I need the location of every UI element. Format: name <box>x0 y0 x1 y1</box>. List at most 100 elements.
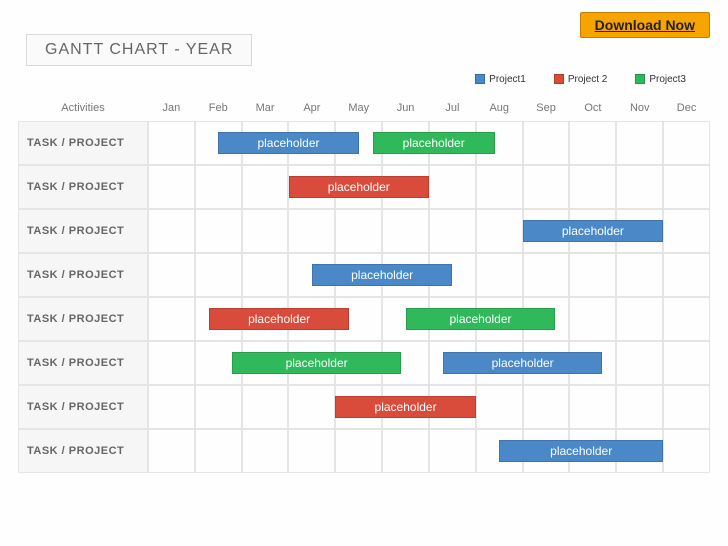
month-header: Feb <box>195 102 242 114</box>
grid-cell <box>663 430 710 472</box>
bar-area: placeholder <box>148 253 710 297</box>
month-header: Mar <box>242 102 289 114</box>
grid-cell <box>148 342 195 384</box>
task-label: TASK / PROJECT <box>18 209 148 253</box>
gantt-bar[interactable]: placeholder <box>312 264 453 286</box>
grid-cell <box>663 166 710 208</box>
gantt-bar[interactable]: placeholder <box>523 220 664 242</box>
grid-cell <box>288 210 335 252</box>
month-header: Oct <box>569 102 616 114</box>
gantt-row: TASK / PROJECT placeholder <box>18 209 710 253</box>
month-header: Jun <box>382 102 429 114</box>
grid-cell <box>616 254 663 296</box>
grid-cell <box>523 166 570 208</box>
grid-cell <box>195 254 242 296</box>
grid-cell <box>335 430 382 472</box>
gantt-row: TASK / PROJECT placeholder placeholder <box>18 121 710 165</box>
task-label: TASK / PROJECT <box>18 385 148 429</box>
month-header: Dec <box>663 102 710 114</box>
gantt-bar[interactable]: placeholder <box>218 132 359 154</box>
grid-cell <box>663 122 710 164</box>
month-header: Aug <box>476 102 523 114</box>
grid-cell <box>663 210 710 252</box>
gantt-row: TASK / PROJECT placeholder <box>18 385 710 429</box>
task-label: TASK / PROJECT <box>18 297 148 341</box>
grid-cell <box>148 386 195 428</box>
grid-cell <box>429 166 476 208</box>
months-header: JanFebMarAprMayJunJulAugSepOctNovDec <box>148 102 710 114</box>
task-label: TASK / PROJECT <box>18 341 148 385</box>
grid-cell <box>242 386 289 428</box>
gantt-bar[interactable]: placeholder <box>232 352 401 374</box>
grid-cell <box>195 430 242 472</box>
grid-cell <box>429 210 476 252</box>
download-now-button[interactable]: Download Now <box>580 12 710 38</box>
month-header: Sep <box>523 102 570 114</box>
legend-swatch <box>475 74 485 84</box>
gantt-bar[interactable]: placeholder <box>443 352 602 374</box>
grid-cell <box>476 166 523 208</box>
activities-header: Activities <box>18 102 148 114</box>
grid-cell <box>242 166 289 208</box>
task-label: TASK / PROJECT <box>18 121 148 165</box>
grid-cell <box>288 386 335 428</box>
gantt-bar[interactable]: placeholder <box>209 308 350 330</box>
grid-cell <box>242 210 289 252</box>
bar-area: placeholder <box>148 209 710 253</box>
month-header: Nov <box>616 102 663 114</box>
gantt-bar[interactable]: placeholder <box>289 176 430 198</box>
gantt-row: TASK / PROJECT placeholder <box>18 253 710 297</box>
task-label: TASK / PROJECT <box>18 165 148 209</box>
grid-cell <box>616 386 663 428</box>
task-label: TASK / PROJECT <box>18 429 148 473</box>
legend-swatch <box>554 74 564 84</box>
bar-area: placeholder <box>148 429 710 473</box>
grid-cell <box>242 430 289 472</box>
grid-cell <box>148 430 195 472</box>
grid-cell <box>476 386 523 428</box>
gantt-row: TASK / PROJECT placeholder placeholder <box>18 297 710 341</box>
grid-cell <box>616 298 663 340</box>
month-header: Jan <box>148 102 195 114</box>
grid-cell <box>616 122 663 164</box>
month-header: Apr <box>288 102 335 114</box>
legend-item: Project3 <box>621 74 686 85</box>
grid-cell <box>195 166 242 208</box>
legend-item: Project1 <box>461 74 526 85</box>
grid-cell <box>663 254 710 296</box>
grid-cell <box>476 254 523 296</box>
grid-cell <box>148 122 195 164</box>
grid-cell <box>569 254 616 296</box>
grid-cell <box>476 210 523 252</box>
month-header: Jul <box>429 102 476 114</box>
grid-cell <box>148 210 195 252</box>
grid-cell <box>288 430 335 472</box>
legend: Project1Project 2Project3 <box>18 74 686 85</box>
gantt-row: TASK / PROJECT placeholder <box>18 429 710 473</box>
gantt-bar[interactable]: placeholder <box>335 396 476 418</box>
legend-swatch <box>635 74 645 84</box>
gantt-bar[interactable]: placeholder <box>499 440 663 462</box>
month-header: May <box>335 102 382 114</box>
grid-cell <box>616 166 663 208</box>
gantt-bar[interactable]: placeholder <box>373 132 495 154</box>
grid-cell <box>148 166 195 208</box>
grid-cell <box>195 386 242 428</box>
bar-area: placeholder placeholder <box>148 121 710 165</box>
bar-area: placeholder <box>148 385 710 429</box>
grid-cell <box>569 386 616 428</box>
grid-cell <box>569 298 616 340</box>
gantt-bar[interactable]: placeholder <box>406 308 556 330</box>
task-label: TASK / PROJECT <box>18 253 148 297</box>
header-row: Activities JanFebMarAprMayJunJulAugSepOc… <box>18 95 710 121</box>
bar-area: placeholder <box>148 165 710 209</box>
grid-cell <box>429 430 476 472</box>
grid-cell <box>616 342 663 384</box>
grid-cell <box>195 210 242 252</box>
grid-cell <box>148 298 195 340</box>
grid-cell <box>335 210 382 252</box>
grid-cell <box>523 254 570 296</box>
grid-cell <box>382 430 429 472</box>
grid-cell <box>569 122 616 164</box>
grid-cell <box>663 386 710 428</box>
